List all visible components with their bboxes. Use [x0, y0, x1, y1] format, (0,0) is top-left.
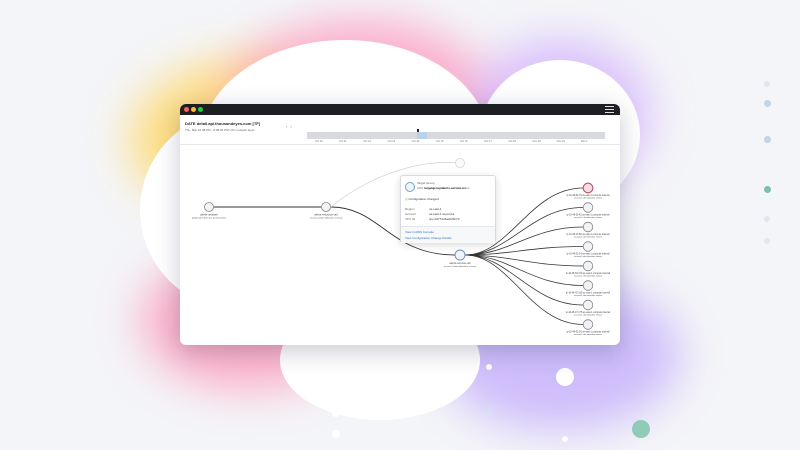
service-node[interactable] [204, 202, 214, 212]
timeline-tick-label: Nov 20 [532, 140, 541, 143]
instance-node[interactable] [582, 202, 594, 213]
timeline-tick-label: Oct 16 [460, 140, 468, 143]
timeline-tick-label: Oct 11 [339, 140, 347, 143]
node-title[interactable]: ip-10-48-51-24.us-east-1.compute.interna… [567, 253, 610, 256]
copy-icon[interactable]: ⧉ [467, 186, 469, 190]
title-bar [180, 104, 620, 115]
popup-type: Target Group [417, 181, 435, 185]
bg-dot [764, 100, 771, 107]
instance-node[interactable] [582, 221, 594, 233]
resource-details-popup: Target Group ARN targetgroup/alerts-serv… [400, 175, 496, 243]
node-subtitle[interactable]: us-east-1 alert detection service [574, 275, 603, 278]
popup-arn-value: targetgroup/alerts-service-tcs [424, 186, 467, 190]
node-title[interactable]: ip-10-48-62-26.us-east-1.compute.interna… [567, 331, 610, 334]
maximize-window-button[interactable] [198, 107, 203, 112]
edge-line [464, 254, 584, 286]
node-subtitle[interactable]: us-east-1 alert detection service [574, 314, 603, 317]
popup-row-value: us-east-1 al-prod-a [429, 212, 455, 216]
close-window-button[interactable] [184, 107, 189, 112]
popup-row: Account us-east-1 al-prod-a [405, 212, 491, 216]
timeline-tick-label: Oct 17 [484, 140, 492, 143]
popup-row-key: Region [405, 207, 415, 211]
popup-status: Configuration changed [408, 197, 439, 201]
popup-row-value: vpc-0d772e6a2c05c70 [429, 217, 460, 221]
bg-dot [486, 364, 492, 370]
bg-dot [764, 186, 771, 193]
instance-node[interactable] [582, 241, 594, 252]
timeline-bar[interactable] [307, 129, 605, 139]
popup-arn-label: ARN [417, 186, 424, 190]
instance-node[interactable] [582, 299, 594, 311]
node-title[interactable]: ip-10-48-52-79.us-east-1.compute.interna… [567, 194, 610, 197]
bg-dot [562, 436, 568, 442]
timeline-tick-label: Oct 18 [508, 140, 516, 143]
node-title[interactable]: ip-10-48-53-170.us-east-1.compute.intern… [566, 272, 611, 275]
timeline-tick-label: Oct 10 [315, 140, 323, 143]
node-title[interactable]: ip-10-48-42-136.us-east-1.compute.intern… [566, 292, 611, 295]
node-subtitle[interactable]: us-east-1 alert detection service [574, 255, 603, 258]
node-title[interactable]: alerts-resource-util [314, 213, 338, 217]
node-subtitle[interactable]: us-east-1 alert detection service [574, 294, 603, 297]
node-subtitle[interactable]: us-east-1 (alert detection service) [310, 217, 343, 220]
node-title[interactable]: alerts-service-util [449, 261, 471, 265]
node-subtitle[interactable]: us-east-1 (alert detection service) [444, 265, 477, 268]
view-change-details-link[interactable]: View Configuration Change Details [405, 236, 451, 240]
instance-node[interactable] [582, 280, 594, 291]
prev-time-button[interactable]: ‹ [286, 124, 288, 129]
bg-dot [332, 409, 340, 417]
popup-actions: View in AWS Console View Configuration C… [401, 226, 495, 243]
popup-row: Region us-east-1 [405, 207, 491, 211]
popup-row-key: Account [405, 212, 416, 216]
node-title[interactable]: ip-10-48-17-86.us-east-1.compute.interna… [567, 233, 610, 236]
service-time: Thu, Mar 16 08 PM - 8:38:00 PM UTC netwo… [185, 128, 255, 132]
timeline-tick-label: Oct 13 [387, 140, 396, 143]
bg-dot [632, 420, 650, 438]
service-name: DATE detail.api.thousandeyes.com [TF] [185, 121, 261, 126]
app-window: DATE detail.api.thousandeyes.com [TF] Th… [180, 104, 620, 345]
node-subtitle[interactable]: us-east-1 alert detection service [574, 333, 603, 336]
timeline-tick-label: Oct 15 [435, 140, 444, 143]
view-in-console-link[interactable]: View in AWS Console [405, 230, 434, 234]
next-time-button[interactable]: › [290, 124, 292, 129]
instance-node[interactable] [582, 182, 594, 194]
time-navigation: ‹ › [286, 124, 293, 129]
timeline-tick-label: Dec 1 [580, 140, 588, 143]
node-subtitle[interactable]: global alert detection (connections) [192, 217, 226, 220]
popup-row-value: us-east-1 [429, 207, 442, 211]
node-title[interactable]: ip-10-48-17-175.us-east-1.compute.intern… [566, 311, 611, 314]
popup-row: VPC ID vpc-0d772e6a2c05c70 [405, 217, 491, 221]
target-group-icon [405, 182, 415, 192]
bg-dot [556, 368, 574, 386]
service-header: DATE detail.api.thousandeyes.com [TF] Th… [180, 115, 620, 145]
node-subtitle[interactable]: us-east-1 alert detection service [574, 216, 603, 219]
timeline-tick-label: Nov 21 [556, 140, 565, 143]
center-node[interactable] [454, 249, 466, 261]
bg-dot [332, 430, 340, 438]
bg-dot [332, 388, 340, 396]
timeline-selection[interactable] [417, 132, 427, 139]
timeline-tick-label: Oct 14 [411, 140, 420, 143]
popup-row-key: VPC ID [405, 217, 416, 221]
faded-node[interactable] [455, 158, 465, 168]
service-node[interactable] [321, 202, 331, 212]
instance-node[interactable] [582, 319, 594, 330]
hamburger-menu-icon[interactable] [605, 106, 614, 113]
topology-canvas: alerts-network global alert detection (co… [180, 145, 620, 345]
bg-dot [764, 216, 770, 222]
bg-dot [486, 408, 492, 414]
bg-dot [764, 136, 771, 143]
minimize-window-button[interactable] [191, 107, 196, 112]
node-title[interactable]: alerts-network [200, 213, 218, 217]
timeline-tick-label: Oct 12 [363, 140, 371, 143]
timeline-cursor[interactable] [417, 129, 419, 132]
instance-node[interactable] [582, 260, 594, 272]
node-title[interactable]: ip-10-48-53-42.us-east-1.compute.interna… [567, 214, 610, 217]
node-subtitle[interactable]: us-east-1 alert detection service [574, 197, 603, 200]
bg-dot [764, 238, 770, 244]
node-subtitle[interactable]: us-east-1 alert detection service [574, 236, 603, 239]
edge-line [464, 254, 584, 306]
bg-dot [764, 81, 770, 87]
